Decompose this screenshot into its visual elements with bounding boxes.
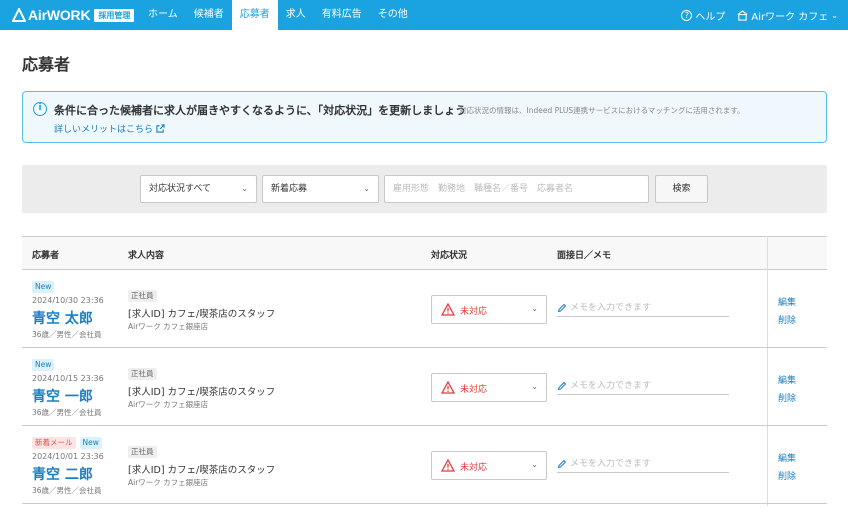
applied-date: 2024/10/30 23:36 [32, 296, 104, 305]
chevron-down-icon: ⌄ [363, 184, 370, 193]
job-store: Airワーク カフェ銀座店 [128, 322, 209, 331]
status-select[interactable]: 未対応 ⌄ [431, 373, 547, 402]
memo-input[interactable] [570, 302, 725, 313]
logo-mark-icon [12, 8, 26, 22]
memo-input[interactable] [570, 458, 725, 469]
applicant-meta: 36歳／男性／会社員 [32, 408, 102, 417]
row-badges: 新着メール New [32, 437, 106, 449]
info-banner: i 条件に合った候補者に求人が届きやすくなるように、「対応状況」を更新しましょう… [22, 91, 827, 143]
logo-badge: 採用管理 [94, 8, 135, 22]
account-menu[interactable]: Airワーク カフェ ⌄ [737, 8, 838, 23]
top-right: ? ヘルプ Airワーク カフェ ⌄ [681, 0, 838, 30]
edit-link[interactable]: 編集 [778, 373, 796, 386]
banner-sub-text: 対応状況の情報は、Indeed PLUS連携サービスにおけるマッチングに活用され… [459, 106, 745, 115]
new-mail-badge: 新着メール [32, 437, 76, 449]
warning-icon [441, 381, 455, 394]
edit-link[interactable]: 編集 [778, 451, 796, 464]
nav-paid-ads[interactable]: 有料広告 [314, 0, 370, 30]
job-store: Airワーク カフェ銀座店 [128, 400, 209, 409]
sort-value: 新着応募 [271, 184, 308, 194]
job-type-tag: 正社員 [128, 446, 157, 458]
info-icon: i [33, 102, 47, 116]
chevron-down-icon: ⌄ [831, 10, 838, 20]
logo[interactable]: AirWORK 採用管理 [12, 6, 135, 24]
help-link[interactable]: ? ヘルプ [681, 8, 725, 23]
search-input[interactable] [384, 175, 649, 203]
job-type-tag: 正社員 [128, 290, 157, 302]
applicant-meta: 36歳／男性／会社員 [32, 486, 102, 495]
filter-bar: 対応状況すべて ⌄ 新着応募 ⌄ 検索 [22, 165, 827, 213]
applicant-name-link[interactable]: 青空 二郎 [32, 464, 93, 484]
applied-date: 2024/10/15 23:36 [32, 374, 104, 383]
status-select[interactable]: 未対応 ⌄ [431, 451, 547, 480]
store-icon [737, 9, 748, 21]
edit-link[interactable]: 編集 [778, 295, 796, 308]
top-bar: AirWORK 採用管理 ホーム 候補者 応募者 求人 有料広告 その他 ? ヘ… [0, 0, 848, 30]
pencil-icon [557, 381, 567, 390]
logo-text: AirWORK [28, 7, 91, 23]
delete-link[interactable]: 削除 [778, 391, 796, 404]
pencil-icon [557, 303, 567, 312]
table-header: 応募者 求人内容 対応状況 面接日／メモ [22, 236, 827, 270]
benefits-link-label: 詳しいメリットはこちら [54, 125, 154, 135]
applicant-name-link[interactable]: 青空 太郎 [32, 308, 93, 328]
nav-jobs[interactable]: 求人 [278, 0, 314, 30]
applied-date: 2024/10/01 23:36 [32, 452, 104, 461]
new-badge: New [32, 359, 55, 371]
account-label: Airワーク カフェ [751, 11, 829, 23]
status-value: 未対応 [460, 463, 488, 473]
warning-icon [441, 303, 455, 316]
page-title: 応募者 [22, 55, 71, 74]
job-title: [求人ID] カフェ/喫茶店のスタッフ [128, 309, 276, 320]
help-icon: ? [681, 9, 693, 21]
delete-link[interactable]: 削除 [778, 313, 796, 326]
memo-field [557, 377, 729, 395]
nav-candidates[interactable]: 候補者 [186, 0, 232, 30]
chevron-down-icon: ⌄ [531, 304, 538, 313]
nav-home[interactable]: ホーム [140, 0, 186, 30]
row-badges: New [32, 281, 58, 293]
warning-icon [441, 459, 455, 472]
applicant-name-link[interactable]: 青空 一郎 [32, 386, 93, 406]
status-value: 未対応 [460, 307, 488, 317]
memo-field [557, 455, 729, 473]
new-badge: New [32, 281, 55, 293]
external-link-icon [156, 124, 165, 133]
job-title: [求人ID] カフェ/喫茶店のスタッフ [128, 387, 276, 398]
job-title: [求人ID] カフェ/喫茶店のスタッフ [128, 465, 276, 476]
row-badges: New [32, 359, 58, 371]
header-job: 求人内容 [128, 251, 165, 261]
banner-main-text: 条件に合った候補者に求人が届きやすくなるように、「対応状況」を更新しましょう [54, 104, 467, 117]
benefits-link[interactable]: 詳しいメリットはこちら [54, 122, 165, 135]
memo-field [557, 299, 729, 317]
delete-link[interactable]: 削除 [778, 469, 796, 482]
nav-applicants[interactable]: 応募者 [231, 0, 278, 30]
new-badge: New [79, 437, 102, 449]
table-row: 新着メール New 2024/10/01 23:36 青空 二郎 36歳／男性／… [22, 426, 827, 504]
status-filter-value: 対応状況すべて [149, 184, 212, 194]
header-status: 対応状況 [431, 251, 468, 261]
help-label: ヘルプ [695, 11, 726, 23]
memo-input[interactable] [570, 380, 725, 391]
applicant-meta: 36歳／男性／会社員 [32, 330, 102, 339]
header-memo: 面接日／メモ [557, 251, 612, 261]
chevron-down-icon: ⌄ [531, 382, 538, 391]
chevron-down-icon: ⌄ [531, 460, 538, 469]
search-button[interactable]: 検索 [655, 175, 708, 203]
sort-select[interactable]: 新着応募 ⌄ [262, 175, 379, 203]
table-row: New 2024/10/15 23:36 青空 一郎 36歳／男性／会社員 正社… [22, 348, 827, 426]
chevron-down-icon: ⌄ [241, 184, 248, 193]
status-filter-select[interactable]: 対応状況すべて ⌄ [140, 175, 257, 203]
status-select[interactable]: 未対応 ⌄ [431, 295, 547, 324]
main-nav: ホーム 候補者 応募者 求人 有料広告 その他 [140, 0, 416, 30]
status-value: 未対応 [460, 385, 488, 395]
table-row: New 2024/10/30 23:36 青空 太郎 36歳／男性／会社員 正社… [22, 270, 827, 348]
job-store: Airワーク カフェ銀座店 [128, 478, 209, 487]
pencil-icon [557, 459, 567, 468]
nav-other[interactable]: その他 [370, 0, 416, 30]
job-type-tag: 正社員 [128, 368, 157, 380]
header-applicant: 応募者 [32, 251, 60, 261]
